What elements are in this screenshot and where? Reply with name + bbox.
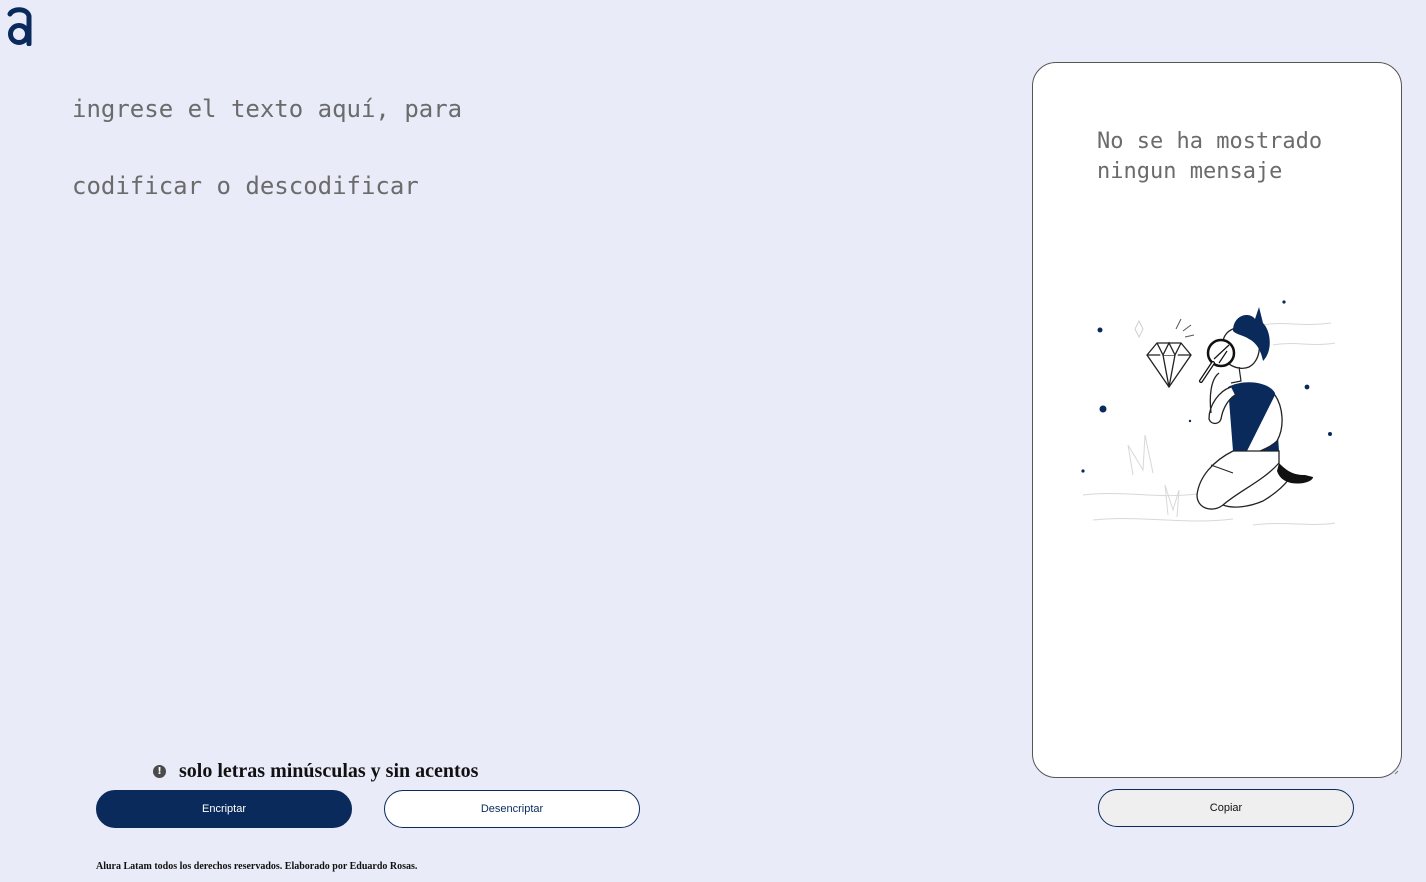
exclamation-circle-icon: ! — [153, 765, 166, 778]
footer-credits: Alura Latam todos los derechos reservado… — [96, 861, 418, 872]
alura-logo-icon — [7, 7, 32, 46]
resize-grip-icon[interactable] — [1389, 765, 1399, 775]
output-panel[interactable]: No se ha mostrado ningun mensaje — [1032, 62, 1402, 778]
copy-button[interactable]: Copiar — [1098, 789, 1354, 827]
message-input[interactable] — [72, 71, 972, 711]
encrypt-button[interactable]: Encriptar — [96, 790, 352, 828]
input-warning: ! solo letras minúsculas y sin acentos — [153, 760, 478, 783]
decrypt-button[interactable]: Desencriptar — [384, 790, 640, 828]
page: ! solo letras minúsculas y sin acentos E… — [0, 0, 1426, 882]
output-message: No se ha mostrado ningun mensaje — [1097, 129, 1323, 184]
warning-text: solo letras minúsculas y sin acentos — [179, 760, 479, 782]
person-with-magnifier-illustration — [1081, 300, 1336, 526]
